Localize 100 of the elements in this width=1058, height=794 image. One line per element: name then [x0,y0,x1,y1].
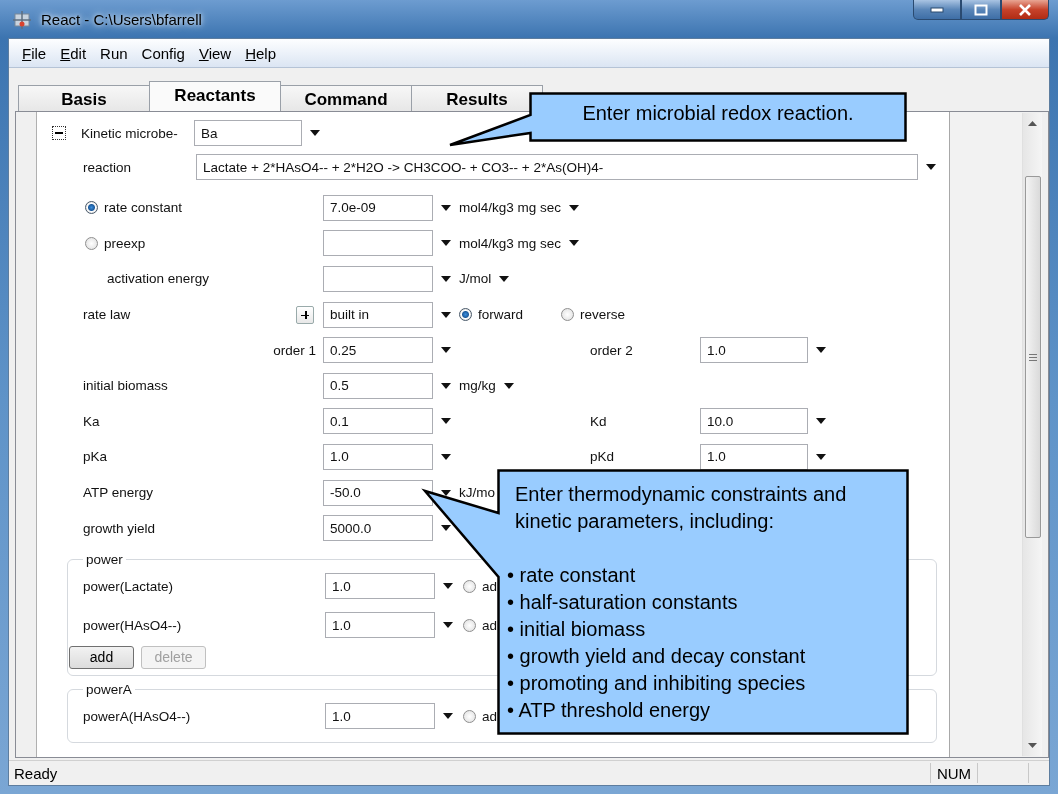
dropdown-arrow-icon[interactable] [499,276,510,282]
menu-item[interactable]: Config [134,44,192,62]
group-title: power [85,551,124,567]
input-field[interactable]: 7.0e-09 [323,194,433,221]
radio-icon[interactable] [85,201,98,215]
dropdown-arrow-icon[interactable] [441,204,451,211]
expand-button[interactable] [296,305,314,324]
push-button[interactable]: add [69,645,134,669]
status-indicator: NUM [930,763,978,783]
dropdown-arrow-icon[interactable] [569,240,580,247]
callout-list-item: • half-saturation constants [507,590,739,615]
dropdown-arrow-icon[interactable] [441,240,451,247]
dropdown-arrow-icon[interactable] [569,204,580,211]
scrollbar[interactable] [1022,113,1042,756]
dropdown-arrow-icon[interactable] [443,622,453,629]
input-field[interactable]: 0.5 [323,372,433,399]
option-label[interactable]: reverse [580,307,626,323]
field-label: ATP energy [83,485,154,501]
close-icon [1018,3,1032,16]
dropdown-arrow-icon[interactable] [441,276,451,282]
input-field[interactable]: Ba [194,120,302,146]
menu-item[interactable]: File [15,44,54,62]
option-label[interactable]: ad [482,617,498,633]
unit-selector[interactable]: J/mol [459,271,492,287]
radio-icon[interactable] [85,236,98,250]
input-field[interactable]: Lactate + 2*HAsO4-- + 2*H2O -> CH3COO- + CO3-- + 2*As(OH)4- [196,154,918,180]
input-field[interactable] [323,266,433,292]
dropdown-arrow-icon[interactable] [441,311,451,318]
dropdown-arrow-icon[interactable] [926,164,936,170]
field-label: pKd [590,449,616,465]
tab[interactable]: Command [280,85,412,111]
callout-text: Enter thermodynamic constraints and kinetic parameters, including: [514,482,848,534]
dropdown-arrow-icon[interactable] [310,130,320,136]
dropdown-arrow-icon[interactable] [816,453,826,460]
collapse-button[interactable] [52,126,66,140]
option-label[interactable]: rate constant [104,200,183,216]
menu-item[interactable]: View [191,44,239,62]
dropdown-arrow-icon[interactable] [441,418,451,425]
unit-selector[interactable]: kJ/mo [459,485,495,501]
tab[interactable]: Results [411,85,543,111]
option-label[interactable]: ad [482,708,498,724]
field-label: rate law [83,307,131,323]
callout-list-item: • ATP threshold energy [507,698,712,723]
input-field[interactable]: 0.25 [323,337,433,364]
option-label[interactable]: ad [482,578,498,594]
input-field[interactable]: built in [323,301,433,328]
menu-item[interactable]: Run [93,44,135,62]
app-icon [12,10,32,30]
callout-list-item: • rate constant [507,563,637,588]
grip-icon [1028,353,1037,361]
input-field[interactable]: 0.1 [323,408,433,435]
dropdown-arrow-icon[interactable] [816,347,826,354]
unit-selector[interactable]: mol4/kg3 mg sec [459,200,562,216]
field-label: power(HAsO4--) [83,617,183,633]
dropdown-arrow-icon[interactable] [441,525,451,532]
input-field[interactable]: 1.0 [325,612,435,639]
radio-icon[interactable] [561,308,574,322]
scroll-thumb[interactable] [1024,176,1041,538]
dropdown-arrow-icon[interactable] [443,713,453,720]
tab[interactable]: Basis [18,85,150,111]
minimize-icon [930,6,944,13]
callout-text: Enter microbial redox reaction. [581,102,855,125]
dropdown-arrow-icon[interactable] [503,382,514,389]
menu-item[interactable]: Edit [53,44,94,62]
window-title: React - C:\Users\bfarrell [41,11,202,28]
option-label[interactable]: preexp [104,235,146,251]
radio-icon[interactable] [463,618,476,632]
dropdown-arrow-icon[interactable] [816,418,826,425]
radio-icon[interactable] [459,308,472,322]
dropdown-arrow-icon[interactable] [443,583,453,590]
dropdown-arrow-icon[interactable] [441,347,451,354]
radio-icon[interactable] [463,579,476,593]
input-field[interactable]: 1.0 [700,337,808,364]
input-field[interactable]: 1.0 [325,573,435,600]
dropdown-arrow-icon[interactable] [441,453,451,460]
input-field[interactable] [323,230,433,257]
minimize-button[interactable] [913,0,961,20]
scroll-down-icon[interactable] [1028,743,1037,748]
unit-selector[interactable]: mg/kg [459,378,496,394]
maximize-button[interactable] [961,0,1001,20]
radio-icon[interactable] [463,709,476,723]
field-label: initial biomass [83,378,168,394]
scroll-up-icon[interactable] [1028,121,1037,126]
field-label: Kd [590,413,608,429]
option-label[interactable]: forward [478,307,523,323]
maximize-icon [974,3,988,16]
dropdown-arrow-icon[interactable] [441,489,451,496]
dropdown-arrow-icon[interactable] [441,382,451,389]
tab[interactable]: Reactants [149,81,281,111]
input-field[interactable]: 1.0 [325,703,435,730]
input-field[interactable]: 1.0 [323,443,433,470]
field-label: powerA(HAsO4--) [83,708,192,724]
close-button[interactable] [1001,0,1049,20]
input-field[interactable]: 10.0 [700,408,808,435]
input-field[interactable]: 1.0 [700,443,808,470]
input-field[interactable]: -50.0 [323,479,433,506]
field-label: growth yield [83,520,156,536]
unit-selector[interactable]: mol4/kg3 mg sec [459,235,562,251]
menu-item[interactable]: Help [238,44,284,62]
input-field[interactable]: 5000.0 [323,515,433,542]
